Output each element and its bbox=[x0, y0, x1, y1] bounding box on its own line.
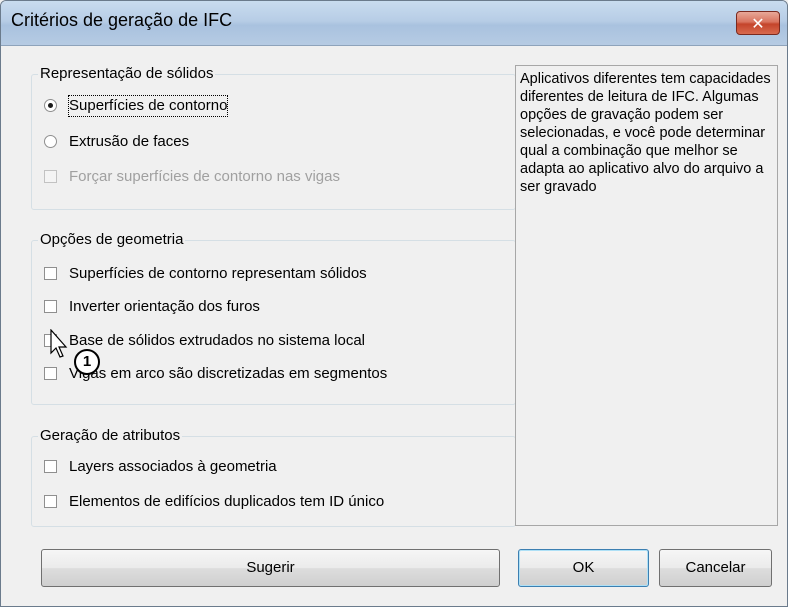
checkbox[interactable] bbox=[44, 267, 57, 280]
option-label: Superfícies de contorno bbox=[67, 95, 229, 117]
info-text-panel: Aplicativos diferentes tem capacidades d… bbox=[515, 65, 778, 526]
checkbox[interactable] bbox=[44, 300, 57, 313]
ok-button[interactable]: OK bbox=[518, 549, 649, 587]
geometry-group-title: Opções de geometria bbox=[38, 231, 186, 249]
option-label: Superfícies de contorno representam sóli… bbox=[69, 265, 367, 282]
option-label: Inverter orientação dos furos bbox=[69, 298, 260, 315]
dialog-window: Critérios de geração de IFC ✕ Representa… bbox=[0, 0, 788, 607]
option-label: Base de sólidos extrudados no sistema lo… bbox=[69, 332, 366, 349]
callout-badge: 1 bbox=[74, 349, 100, 375]
checkbox[interactable] bbox=[44, 367, 57, 380]
radio-button[interactable] bbox=[44, 99, 57, 112]
option-label: Vigas em arco são discretizadas em segme… bbox=[69, 365, 388, 382]
solids-group: Representação de sólidos Superfícies de … bbox=[31, 65, 516, 210]
checkbox[interactable] bbox=[44, 495, 57, 508]
title-bar[interactable]: Critérios de geração de IFC ✕ bbox=[1, 1, 787, 46]
checkbox[interactable] bbox=[44, 460, 57, 473]
attributes-group-title: Geração de atributos bbox=[38, 427, 183, 445]
option-label: Forçar superfícies de contorno nas vigas bbox=[69, 168, 340, 185]
solids-group-title: Representação de sólidos bbox=[38, 65, 216, 83]
suggest-button[interactable]: Sugerir bbox=[41, 549, 500, 587]
close-button[interactable]: ✕ bbox=[736, 11, 780, 35]
geometry-group: Opções de geometria Superfícies de conto… bbox=[31, 231, 516, 405]
mouse-cursor-icon bbox=[50, 329, 68, 358]
cancel-button[interactable]: Cancelar bbox=[659, 549, 772, 587]
close-icon: ✕ bbox=[751, 14, 765, 33]
checkbox bbox=[44, 170, 57, 183]
option-label: Elementos de edifícios duplicados tem ID… bbox=[69, 493, 385, 510]
attributes-group: Geração de atributos Layers associados à… bbox=[31, 427, 516, 527]
option-label: Extrusão de faces bbox=[69, 133, 190, 150]
dialog-body: Representação de sólidos Superfícies de … bbox=[9, 46, 779, 598]
dialog-title: Critérios de geração de IFC bbox=[11, 10, 233, 30]
option-label: Layers associados à geometria bbox=[69, 458, 277, 475]
radio-button[interactable] bbox=[44, 135, 57, 148]
